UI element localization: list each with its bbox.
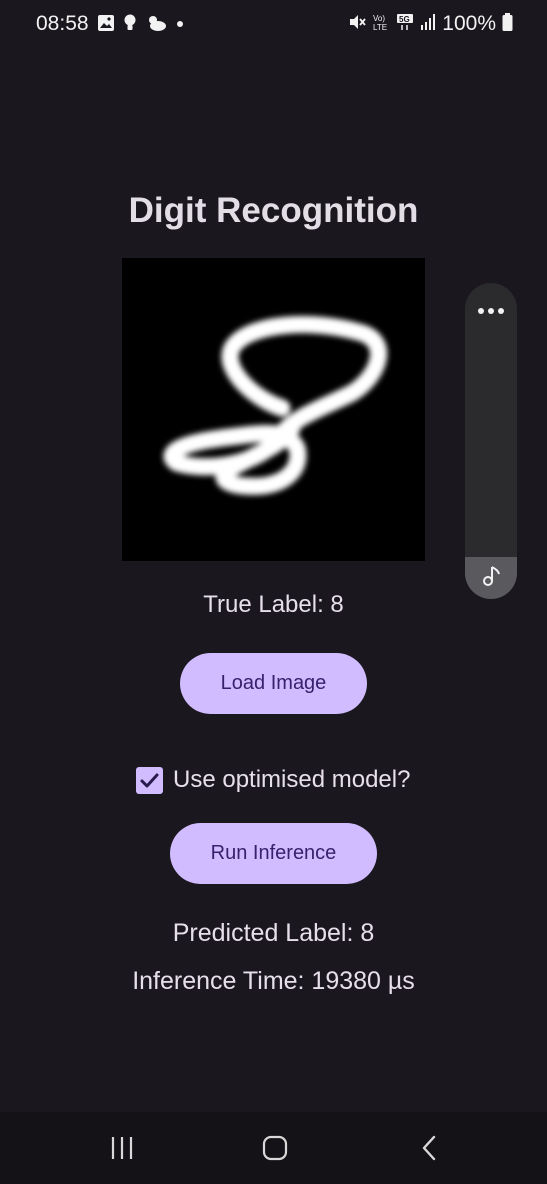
more-horizontal-icon[interactable] [465,295,517,323]
recents-icon[interactable] [108,1134,136,1167]
status-left-icons [97,14,185,37]
status-bar: 08:58 Vo) LTE 5G 100% [0,0,547,52]
load-image-button[interactable]: Load Image [180,653,367,714]
battery-text: 100% [442,12,496,35]
dot-icon [175,14,185,37]
svg-text:Vo): Vo) [373,14,385,23]
mute-icon [348,13,366,36]
back-icon[interactable] [416,1134,444,1167]
music-note-icon [480,564,502,593]
status-right: Vo) LTE 5G 100% [348,12,513,36]
image-icon [97,14,115,37]
navigation-bar [0,1112,547,1184]
signal-icon [420,13,436,36]
svg-text:5G: 5G [399,15,410,24]
run-inference-button[interactable]: Run Inference [170,823,377,884]
page-title: Digit Recognition [128,191,419,230]
predicted-label: Predicted Label: 8 [172,919,375,947]
digit-image [122,258,425,561]
svg-text:LTE: LTE [373,23,387,31]
inference-time: Inference Time: 19380 µs [132,967,415,995]
5g-icon: 5G [396,13,414,36]
bulb-icon [123,14,137,37]
battery-icon [502,12,513,36]
edge-panel[interactable] [465,283,517,599]
optimised-model-label[interactable]: Use optimised model? [173,766,410,794]
home-icon[interactable] [261,1134,289,1167]
music-note-button[interactable] [465,557,517,599]
weather-icon [145,14,167,37]
status-time: 08:58 [36,12,89,35]
optimised-model-checkbox[interactable] [136,767,163,794]
volte-icon: Vo) LTE [372,13,390,36]
